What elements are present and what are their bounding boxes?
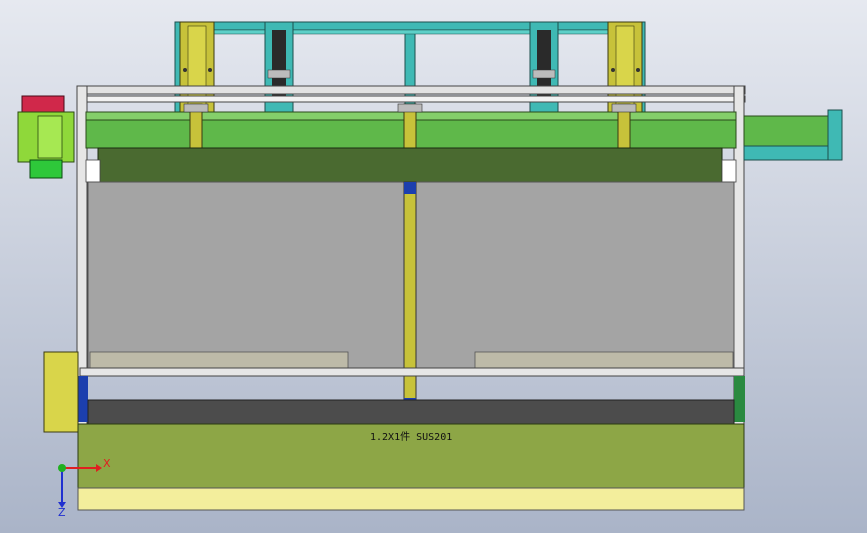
plate-label: 1.2X1件 SUS201 [370,431,452,443]
beam-end-right [721,159,737,183]
lower-rail[interactable] [79,367,745,377]
side-block-left [77,376,88,422]
yellow-base [77,487,745,511]
cad-drawing[interactable]: 1.2X1件 SUS201 X Z [0,0,867,533]
beam-lower-strip [97,147,723,183]
beam-end-left [85,159,101,183]
side-block-right [734,376,745,422]
triad-z-label: Z [58,506,66,519]
lower-band [87,399,735,425]
panel-step-right [474,351,734,369]
panel-step-left [89,351,349,369]
cad-viewport[interactable]: 1.2X1件 SUS201 X Z [0,0,867,533]
side-motor-left[interactable] [43,351,79,433]
gray-panel-right [415,181,735,369]
gray-panel-left [87,181,407,369]
triad-x-label: X [103,457,111,470]
center-column[interactable] [403,181,417,423]
